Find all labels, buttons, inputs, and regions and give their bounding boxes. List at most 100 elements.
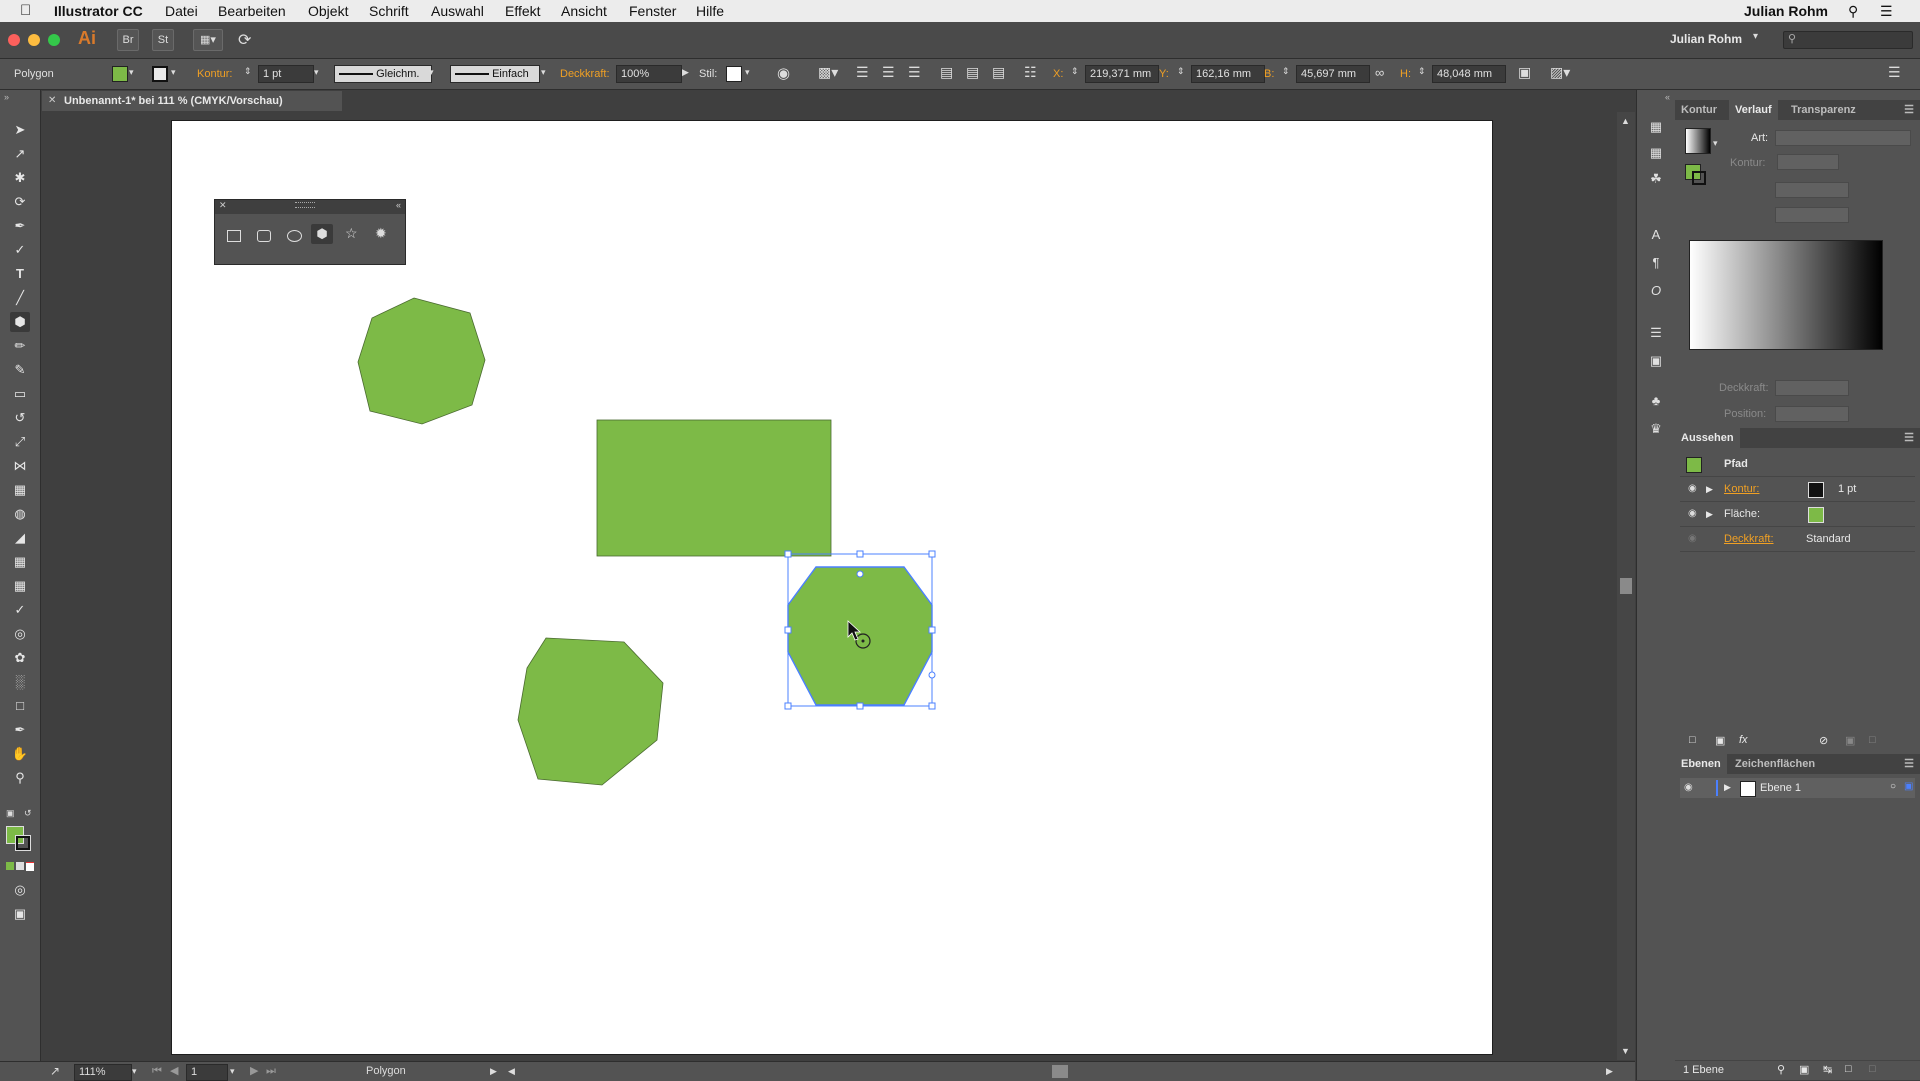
vertical-scrollbar[interactable]: ▲ ▼	[1617, 112, 1635, 1060]
layer-thumbnail	[1740, 781, 1756, 797]
new-layer-icon[interactable]: □	[1845, 1063, 1852, 1075]
artboard-dropdown-icon[interactable]: ▾	[230, 1062, 235, 1081]
add-effect-icon[interactable]: fx	[1739, 734, 1748, 746]
layer-expand-icon[interactable]: ▶	[1724, 782, 1731, 793]
rectangle-tool-icon[interactable]	[227, 230, 241, 242]
gradient-angle-field[interactable]	[1775, 182, 1849, 198]
opacity-visibility-eye-icon[interactable]: ◉	[1688, 527, 1702, 544]
delete-item-icon[interactable]: □	[1869, 734, 1876, 746]
zoom-level-field[interactable]: 111%	[74, 1064, 132, 1081]
layer-visibility-eye-icon[interactable]: ◉	[1684, 782, 1698, 793]
appearance-fill-swatch[interactable]	[1808, 507, 1824, 523]
zoom-dropdown-icon[interactable]: ▾	[132, 1062, 137, 1081]
tab-zeichenflaechen[interactable]: Zeichenflächen	[1729, 754, 1821, 774]
gradient-slider-preview[interactable]	[1689, 240, 1883, 350]
appearance-stroke-weight[interactable]: 1 pt	[1838, 477, 1856, 501]
panel-dock-icons: « ▦ ▦ ☘ A ¶ O ☰ ▣ ♣ ♛	[1636, 90, 1676, 1080]
gradient-preview-dropdown-icon[interactable]: ▾	[1713, 138, 1718, 149]
add-fill-icon[interactable]: ▣	[1715, 734, 1725, 747]
paragraph-icon[interactable]: ¶	[1647, 254, 1665, 272]
graphic-styles-icon[interactable]: ♛	[1647, 420, 1665, 438]
appearance-fill-row[interactable]: ◉ ▶ Fläche:	[1680, 502, 1915, 527]
gradient-preview-swatch[interactable]	[1685, 128, 1711, 154]
dock-collapse-icon[interactable]: «	[1665, 92, 1670, 102]
appearance-object-row[interactable]: Pfad	[1680, 452, 1915, 477]
appearance-fill-label[interactable]: Fläche:	[1724, 502, 1760, 526]
tab-kontur[interactable]: Kontur	[1675, 100, 1723, 120]
gradient-opacity-field[interactable]	[1775, 380, 1849, 396]
tab-ebenen[interactable]: Ebenen	[1675, 754, 1727, 774]
pathfinder-icon[interactable]: ▣	[1647, 352, 1665, 370]
octagon-shape-1[interactable]	[357, 297, 486, 425]
horizontal-scroll-thumb[interactable]	[1052, 1065, 1068, 1078]
gradient-type-dropdown[interactable]	[1775, 130, 1911, 146]
gradient-opacity-label: Deckkraft:	[1719, 382, 1769, 394]
layers-footer: 1 Ebene ⚲ ▣ ↹ □ □	[1675, 1060, 1920, 1081]
flare-tool-icon[interactable]: ✹	[375, 225, 387, 242]
status-menu-arrow-icon[interactable]: ▶	[490, 1062, 497, 1081]
locate-object-icon[interactable]: ⚲	[1777, 1063, 1785, 1076]
rounded-rectangle-tool-icon[interactable]	[257, 230, 271, 242]
vertical-scroll-thumb[interactable]	[1620, 578, 1632, 594]
gradient-stroke-options[interactable]	[1777, 154, 1839, 170]
layers-panel-menu-icon[interactable]: ☰	[1904, 754, 1914, 774]
star-tool-icon[interactable]: ☆	[345, 225, 358, 242]
appearance-panel-menu-icon[interactable]: ☰	[1904, 428, 1914, 448]
layer-name[interactable]: Ebene 1	[1760, 782, 1801, 794]
clear-appearance-icon[interactable]: ⊘	[1819, 734, 1828, 747]
stroke-visibility-eye-icon[interactable]: ◉	[1688, 477, 1702, 494]
gradient-stroke-swatch[interactable]	[1692, 171, 1706, 185]
symbols-icon[interactable]: ☘	[1647, 170, 1665, 188]
scroll-down-icon[interactable]: ▼	[1621, 1046, 1630, 1056]
appearance-stroke-label[interactable]: Kontur:	[1724, 477, 1759, 501]
scroll-left-icon[interactable]: ◀	[508, 1062, 515, 1081]
previous-artboard-icon[interactable]: ◀	[170, 1062, 178, 1081]
octagon-shape-selected[interactable]	[787, 566, 933, 706]
tab-verlauf[interactable]: Verlauf	[1729, 100, 1778, 120]
panel-close-icon[interactable]: ✕	[219, 200, 227, 211]
make-clipping-mask-icon[interactable]: ▣	[1799, 1063, 1809, 1076]
appearance-opacity-row[interactable]: ◉ Deckkraft: Standard	[1680, 527, 1915, 552]
align-panel-icon[interactable]: ☰	[1647, 324, 1665, 342]
stroke-expand-icon[interactable]: ▶	[1706, 477, 1713, 501]
appearance-object-name: Pfad	[1724, 458, 1748, 470]
panel-title-bar[interactable]: ✕ «	[215, 200, 405, 214]
layer-selection-indicator[interactable]: ▣	[1904, 781, 1913, 792]
libraries-icon[interactable]: ▦	[1647, 118, 1665, 136]
rectangle-shape[interactable]	[596, 419, 832, 557]
swatches-icon[interactable]: ▦	[1647, 144, 1665, 162]
share-icon[interactable]: ↗	[50, 1062, 60, 1081]
appearance-stroke-row[interactable]: ◉ ▶ Kontur: 1 pt	[1680, 477, 1915, 502]
gradient-panel-menu-icon[interactable]: ☰	[1904, 100, 1914, 120]
fill-expand-icon[interactable]: ▶	[1706, 502, 1713, 526]
appearance-opacity-value: Standard	[1806, 533, 1851, 545]
new-sublayer-icon[interactable]: ↹	[1823, 1063, 1832, 1076]
ellipse-tool-icon[interactable]	[287, 230, 302, 242]
panel-grip-icon[interactable]	[295, 202, 315, 208]
artboard-number-field[interactable]: 1	[186, 1064, 228, 1081]
gradient-stroke-label: Kontur:	[1730, 157, 1766, 169]
last-artboard-icon[interactable]: ⏭	[266, 1062, 276, 1081]
appearance-stroke-swatch[interactable]	[1808, 482, 1824, 498]
first-artboard-icon[interactable]: ⏮	[152, 1062, 162, 1081]
next-artboard-icon[interactable]: ▶	[250, 1062, 258, 1081]
scroll-up-icon[interactable]: ▲	[1621, 116, 1630, 126]
tab-transparenz[interactable]: Transparenz	[1785, 100, 1862, 120]
layer-row-ebene-1[interactable]: ◉ ▶ Ebene 1 ○ ▣	[1680, 778, 1915, 798]
add-stroke-icon[interactable]: □	[1689, 734, 1696, 746]
polygon-tool-icon[interactable]: ⬢	[311, 224, 333, 244]
tab-aussehen[interactable]: Aussehen	[1675, 428, 1740, 448]
gradient-aspect-field[interactable]	[1775, 207, 1849, 223]
scroll-right-icon[interactable]: ▶	[1606, 1062, 1613, 1081]
opentype-icon[interactable]: O	[1647, 282, 1665, 300]
duplicate-item-icon[interactable]: ▣	[1845, 734, 1855, 747]
character-icon[interactable]: A	[1647, 226, 1665, 244]
gradient-position-field[interactable]	[1775, 406, 1849, 422]
octagon-shape-2[interactable]	[517, 637, 664, 786]
panel-collapse-icon[interactable]: «	[396, 200, 401, 210]
appearance-opacity-label[interactable]: Deckkraft:	[1724, 527, 1774, 551]
fill-visibility-eye-icon[interactable]: ◉	[1688, 502, 1702, 519]
brushes-icon[interactable]: ♣	[1647, 392, 1665, 410]
layer-target-icon[interactable]: ○	[1890, 781, 1896, 792]
delete-layer-icon[interactable]: □	[1869, 1063, 1876, 1075]
